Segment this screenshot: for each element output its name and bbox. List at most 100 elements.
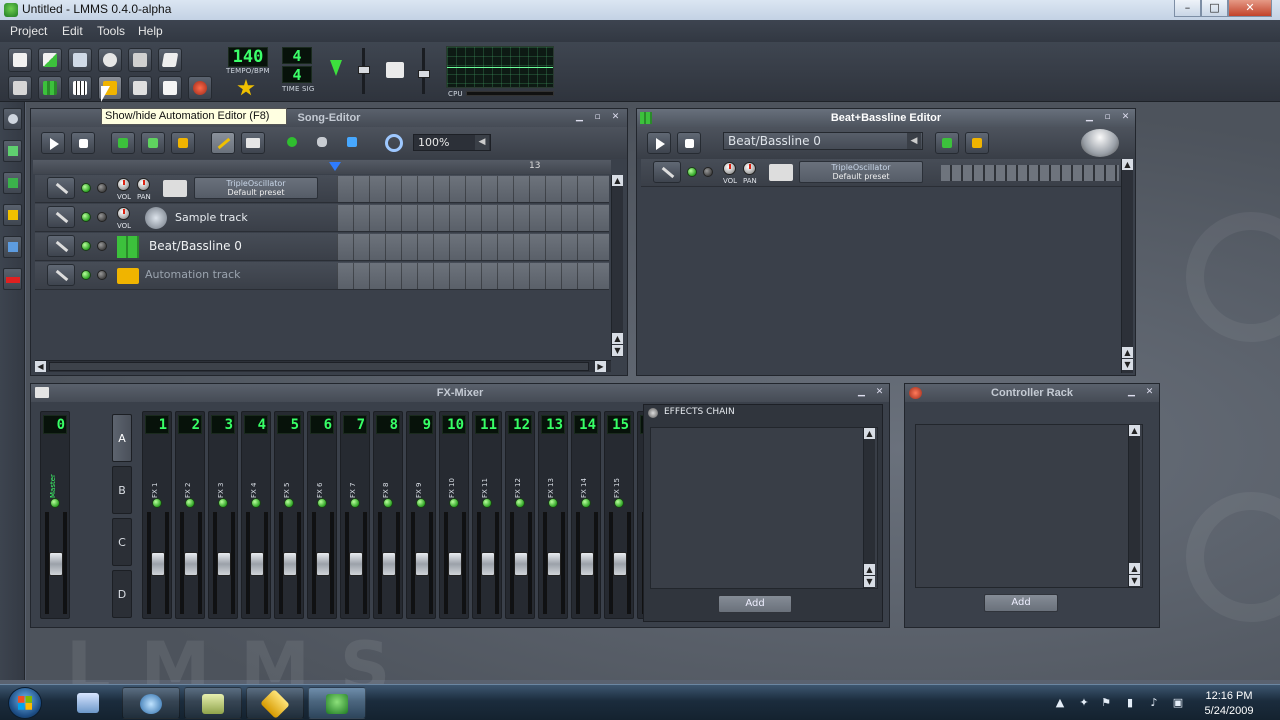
fx-channel-strip[interactable]: 1 FX 1 — [142, 411, 172, 619]
track-solo-led[interactable] — [703, 167, 713, 177]
channel-volume-fader[interactable] — [349, 552, 363, 576]
oscilloscope[interactable] — [446, 46, 554, 88]
channel-volume-fader[interactable] — [448, 552, 462, 576]
bb-instrument-button[interactable]: TripleOscillator Default preset — [799, 161, 923, 183]
song-stop-button[interactable] — [71, 132, 95, 154]
export-project-button[interactable] — [158, 48, 182, 72]
tray-show-hidden-icon[interactable]: ▲ — [1054, 697, 1066, 709]
channel-mute-led[interactable] — [515, 498, 525, 508]
scroll-down-arrow[interactable]: ▼ — [1129, 575, 1140, 586]
channel-mute-led[interactable] — [50, 498, 60, 508]
channel-mute-led[interactable] — [383, 498, 393, 508]
metronome-button[interactable] — [234, 76, 258, 100]
add-bb-track-button[interactable] — [111, 132, 135, 154]
sidebar-root-directory[interactable] — [3, 268, 22, 290]
maximize-button[interactable]: □ — [1201, 0, 1228, 17]
channel-volume-fader[interactable] — [415, 552, 429, 576]
taskbar-app[interactable] — [246, 687, 304, 719]
fx-channel-strip[interactable]: 15 FX 15 — [604, 411, 634, 619]
record-while-playing-button[interactable] — [311, 132, 335, 154]
channel-mute-led[interactable] — [449, 498, 459, 508]
track-mute-led[interactable] — [81, 241, 91, 251]
channel-volume-fader[interactable] — [481, 552, 495, 576]
controller-rack-close[interactable]: ✕ — [1143, 387, 1156, 399]
scroll-up-arrow[interactable]: ▲ — [1122, 159, 1133, 170]
taskbar-browser[interactable] — [122, 687, 180, 719]
channel-volume-fader[interactable] — [547, 552, 561, 576]
fx-channel-strip[interactable]: 8 FX 8 — [373, 411, 403, 619]
channel-mute-led[interactable] — [482, 498, 492, 508]
track-mute-led[interactable] — [81, 212, 91, 222]
bb-stop-button[interactable] — [677, 132, 701, 154]
add-sample-track-button[interactable] — [141, 132, 165, 154]
bb-editor-minimize[interactable]: ▁ — [1083, 112, 1096, 124]
zoom-dropdown-arrow[interactable]: ◀ — [475, 135, 489, 150]
track-pattern-grid[interactable] — [337, 205, 609, 231]
scroll-down-arrow[interactable]: ▼ — [864, 576, 875, 587]
add-controller-button[interactable]: Add — [984, 594, 1058, 612]
channel-volume-fader[interactable] — [382, 552, 396, 576]
channel-mute-led[interactable] — [416, 498, 426, 508]
toggle-browser-button[interactable] — [8, 76, 32, 100]
track-row-instrument[interactable]: VOL PAN TripleOscillator Default preset — [35, 175, 609, 203]
track-solo-led[interactable] — [97, 241, 107, 251]
song-editor-maximize[interactable]: ▫ — [591, 112, 604, 124]
channel-mute-led[interactable] — [581, 498, 591, 508]
song-editor-minimize[interactable]: ▁ — [573, 112, 586, 124]
taskbar-show-desktop[interactable] — [60, 687, 118, 719]
scroll-up-arrow[interactable]: ▲ — [864, 428, 875, 439]
bb-editor-button[interactable] — [38, 76, 62, 100]
channel-mute-led[interactable] — [350, 498, 360, 508]
channel-volume-fader[interactable] — [283, 552, 297, 576]
new-project-button[interactable] — [8, 48, 32, 72]
fx-channel-strip[interactable]: 6 FX 6 — [307, 411, 337, 619]
channel-volume-fader[interactable] — [49, 552, 63, 576]
track-row-bb[interactable]: Beat/Bassline 0 — [35, 233, 609, 261]
close-button[interactable]: ✕ — [1228, 0, 1272, 17]
track-volume-knob[interactable] — [723, 162, 736, 175]
master-volume-slider[interactable] — [358, 66, 370, 74]
track-actions-button[interactable] — [653, 161, 681, 183]
scroll-up-arrow[interactable]: ▲ — [864, 564, 875, 575]
track-volume-knob[interactable] — [117, 178, 130, 191]
channel-volume-fader[interactable] — [316, 552, 330, 576]
open-project-button[interactable] — [68, 48, 92, 72]
scroll-left-arrow[interactable]: ◀ — [35, 361, 46, 372]
start-button[interactable] — [8, 687, 42, 719]
scroll-down-arrow[interactable]: ▼ — [612, 345, 623, 356]
song-editor-close[interactable]: ✕ — [609, 112, 622, 124]
horizontal-scroll-thumb[interactable] — [49, 362, 589, 371]
timeline[interactable]: 13 — [33, 160, 611, 174]
track-row-automation[interactable]: Automation track — [35, 262, 609, 290]
edit-mode-button[interactable] — [241, 132, 265, 154]
bb-editor-maximize[interactable]: ▫ — [1101, 112, 1114, 124]
track-volume-knob[interactable] — [117, 207, 130, 220]
fx-channel-strip[interactable]: 11 FX 11 — [472, 411, 502, 619]
controller-rack-minimize[interactable]: ▁ — [1125, 387, 1138, 399]
channel-mute-led[interactable] — [251, 498, 261, 508]
bb-selector-arrow[interactable]: ◀ — [907, 133, 921, 149]
add-automation-track-button[interactable] — [171, 132, 195, 154]
mixer-bank-d[interactable]: D — [112, 570, 132, 618]
track-pattern-grid[interactable] — [337, 176, 609, 202]
scroll-down-arrow[interactable]: ▼ — [1122, 359, 1133, 370]
timesig-numerator[interactable]: 4 — [282, 47, 312, 64]
bb-play-button[interactable] — [647, 132, 671, 154]
fx-channel-strip[interactable]: 13 FX 13 — [538, 411, 568, 619]
channel-mute-led[interactable] — [218, 498, 228, 508]
sidebar-my-home[interactable] — [3, 236, 22, 258]
track-pattern-grid[interactable] — [337, 263, 609, 289]
piano-roll-button[interactable] — [68, 76, 92, 100]
track-pan-knob[interactable] — [137, 178, 150, 191]
channel-volume-fader[interactable] — [184, 552, 198, 576]
master-pitch-slider[interactable] — [418, 70, 430, 78]
stop-recording-button[interactable] — [341, 132, 365, 154]
channel-mute-led[interactable] — [152, 498, 162, 508]
fx-channel-strip[interactable]: 5 FX 5 — [274, 411, 304, 619]
tray-signal-icon[interactable]: ▮ — [1124, 697, 1136, 709]
channel-mute-led[interactable] — [284, 498, 294, 508]
track-solo-led[interactable] — [97, 212, 107, 222]
piano-keys-icon[interactable] — [163, 180, 187, 197]
scroll-up-arrow[interactable]: ▲ — [1129, 425, 1140, 436]
bb-track-name[interactable]: Beat/Bassline 0 — [149, 239, 242, 253]
